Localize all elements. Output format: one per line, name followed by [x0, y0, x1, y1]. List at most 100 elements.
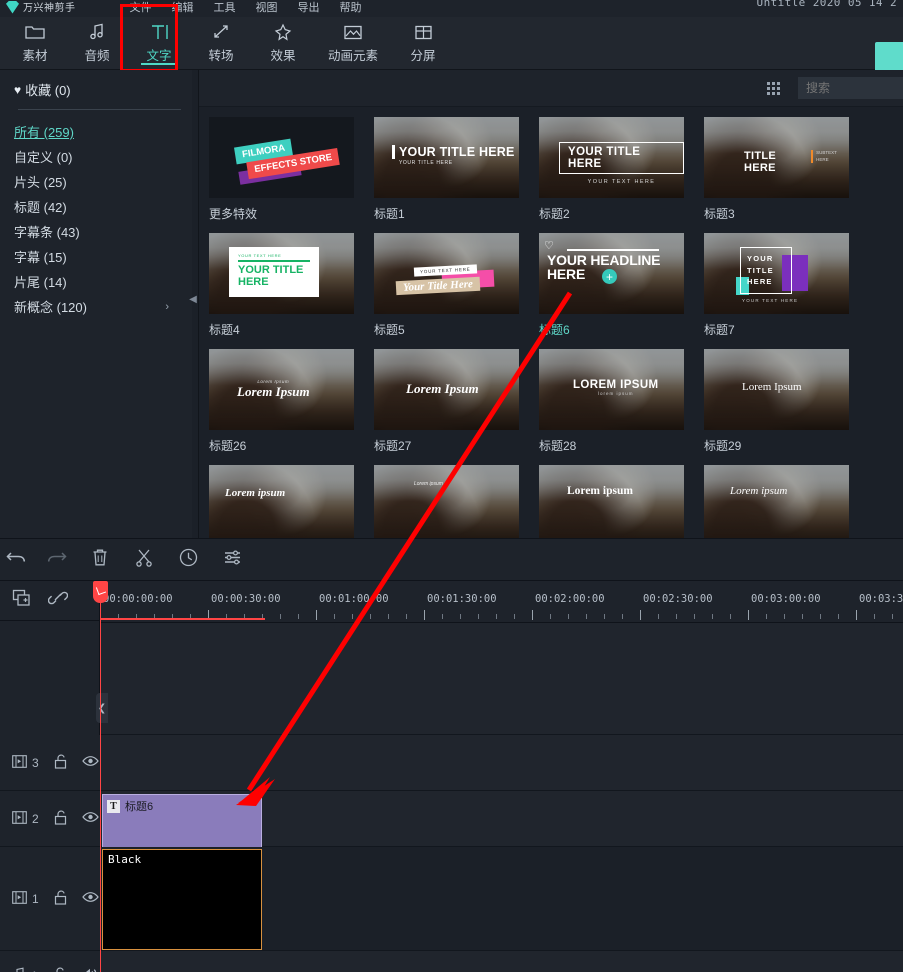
menu-edit[interactable]: 编辑: [172, 0, 194, 15]
template-card-title3[interactable]: TITLE HERE SUBTEXT HERE 标题3: [704, 117, 849, 222]
template-caption: 标题7: [704, 321, 849, 338]
redo-button[interactable]: [34, 549, 78, 570]
sidebar-item-end-credits[interactable]: 片尾 (14): [14, 269, 177, 294]
template-card-row4-2[interactable]: Lorem ipsum: [374, 465, 519, 538]
ruler-minor-tick: [820, 614, 821, 619]
tab-audio[interactable]: 音频: [66, 17, 128, 69]
library-content: FILMORA EFFECTS STORE 更多特效 YOUR TITLE HE…: [199, 70, 903, 538]
undo-button[interactable]: [0, 549, 34, 570]
eye-icon[interactable]: [82, 755, 99, 770]
title-overlay: YOUR TITLE HERE YOUR TEXT HERE: [740, 247, 798, 303]
menu-view[interactable]: 视图: [256, 0, 278, 15]
menu-help[interactable]: 帮助: [340, 0, 362, 15]
speaker-icon[interactable]: [81, 967, 98, 972]
sidebar-item-custom[interactable]: 自定义 (0): [14, 144, 177, 169]
split-button[interactable]: [122, 548, 166, 572]
template-card-more-effects[interactable]: FILMORA EFFECTS STORE 更多特效: [209, 117, 354, 222]
clip-name: Black: [103, 850, 261, 869]
template-card-title2[interactable]: YOUR TITLE HERE YOUR TEXT HERE 标题2: [539, 117, 684, 222]
track-lane-video-3[interactable]: [100, 735, 903, 791]
playhead[interactable]: [100, 581, 101, 972]
playhead-handle-icon[interactable]: [93, 581, 108, 603]
unlock-icon[interactable]: [54, 810, 67, 828]
eye-icon[interactable]: [82, 891, 99, 906]
thumbnail: Lorem Ipsum: [374, 349, 519, 430]
template-caption: 标题6: [539, 321, 684, 338]
favorite-heart-icon[interactable]: ♡: [544, 239, 554, 252]
template-card-row4-3[interactable]: Lorem ipsum: [539, 465, 684, 538]
sidebar-item-new-concept[interactable]: 新概念 (120) ›: [14, 294, 177, 319]
track-number: 1: [31, 969, 38, 972]
folder-icon: [25, 22, 45, 42]
title-overlay: LOREM IPSUM lorem ipsum: [573, 379, 659, 396]
add-to-timeline-icon[interactable]: +: [602, 269, 617, 284]
template-card-title29[interactable]: Lorem Ipsum 标题29: [704, 349, 849, 454]
eye-icon[interactable]: [82, 811, 99, 826]
tab-split-screen[interactable]: 分屏: [392, 17, 454, 69]
template-card-title26[interactable]: Lorem Ipsum Lorem Ipsum 标题26: [209, 349, 354, 454]
template-card-title27[interactable]: Lorem Ipsum 标题27: [374, 349, 519, 454]
template-card-title5[interactable]: YOUR TEXT HERE Your Title Here 标题5: [374, 233, 519, 338]
template-card-title1[interactable]: YOUR TITLE HERE YOUR TITLE HERE 标题1: [374, 117, 519, 222]
sidebar-item-subtitle[interactable]: 字幕 (15): [14, 244, 177, 269]
tab-effects[interactable]: 效果: [252, 17, 314, 69]
delete-button[interactable]: [78, 548, 122, 572]
track-header-audio-1[interactable]: 1: [0, 951, 100, 972]
tab-transition[interactable]: 转场: [190, 17, 252, 69]
app-logo-icon: [6, 1, 19, 14]
sidebar-item-all[interactable]: 所有 (259): [14, 119, 177, 144]
track-lane-empty-top[interactable]: [100, 623, 903, 735]
ruler-minor-tick: [694, 614, 695, 619]
unlock-icon[interactable]: [54, 890, 67, 908]
timeline-clip-text[interactable]: T 标题6: [102, 794, 262, 848]
tab-text[interactable]: 文字: [128, 17, 190, 69]
ruler-minor-tick: [334, 614, 335, 619]
thumbnail: Lorem ipsum: [209, 465, 354, 538]
film-strip-icon: [12, 811, 27, 827]
sidebar-item-title[interactable]: 标题 (42): [14, 194, 177, 219]
template-caption: 标题28: [539, 437, 684, 454]
track-lane-video-2[interactable]: T 标题6: [100, 791, 903, 847]
settings-button[interactable]: [210, 549, 254, 571]
search-input[interactable]: [798, 77, 903, 99]
track-header-video-2[interactable]: 2: [0, 791, 100, 847]
unlock-icon[interactable]: [53, 967, 66, 972]
template-card-title7[interactable]: YOUR TITLE HERE YOUR TEXT HERE 标题7: [704, 233, 849, 338]
template-card-title6[interactable]: YOUR HEADLINE HERE ♡ + 标题6: [539, 233, 684, 338]
transition-icon: [211, 22, 231, 42]
sidebar-item-opener[interactable]: 片头 (25): [14, 169, 177, 194]
ruler-major-tick: [316, 610, 317, 620]
track-lane-audio-1[interactable]: [100, 951, 903, 972]
tab-media[interactable]: 素材: [4, 17, 66, 69]
sidebar-item-favorites[interactable]: ♥ 收藏 (0): [14, 80, 192, 99]
menu-tools[interactable]: 工具: [214, 0, 236, 15]
template-grid-row: Lorem Ipsum Lorem Ipsum 标题26 Lorem Ipsum…: [209, 349, 903, 454]
template-card-title28[interactable]: LOREM IPSUM lorem ipsum 标题28: [539, 349, 684, 454]
ruler-minor-tick: [568, 614, 569, 619]
sidebar-collapse-icon[interactable]: ◀: [188, 290, 198, 308]
overlay-sub-text: YOUR TEXT HERE: [238, 253, 310, 258]
grid-view-icon[interactable]: [767, 82, 780, 95]
track-header-video-3[interactable]: 3: [0, 735, 100, 791]
tab-animation-elements[interactable]: 动画元素: [314, 17, 392, 69]
track-header-video-1[interactable]: 1: [0, 847, 100, 951]
menu-export[interactable]: 导出: [298, 0, 320, 15]
add-track-icon[interactable]: [12, 589, 32, 612]
template-caption: 标题5: [374, 321, 519, 338]
menu-file[interactable]: 文件: [130, 0, 152, 15]
sidebar-item-lower-third[interactable]: 字幕条 (43): [14, 219, 177, 244]
template-card-title4[interactable]: YOUR TEXT HERE YOUR TITLE HERE 标题4: [209, 233, 354, 338]
tab-transition-label: 转场: [208, 45, 233, 64]
timeline-collapse-icon[interactable]: ❮: [96, 693, 108, 723]
unlock-icon[interactable]: [54, 754, 67, 772]
template-card-row4-4[interactable]: Lorem ipsum: [704, 465, 849, 538]
ruler-minor-tick: [658, 614, 659, 619]
speed-button[interactable]: [166, 548, 210, 572]
export-button[interactable]: [875, 42, 903, 72]
sliders-icon: [223, 549, 242, 571]
timeline-ruler[interactable]: 00:00:00:00 00:00:30:00 00:01:00:00 00:0…: [100, 581, 903, 623]
template-card-row4-1[interactable]: Lorem ipsum: [209, 465, 354, 538]
link-icon[interactable]: [48, 589, 68, 612]
track-lane-video-1[interactable]: Black: [100, 847, 903, 951]
timeline-clip-black[interactable]: Black: [102, 849, 262, 950]
